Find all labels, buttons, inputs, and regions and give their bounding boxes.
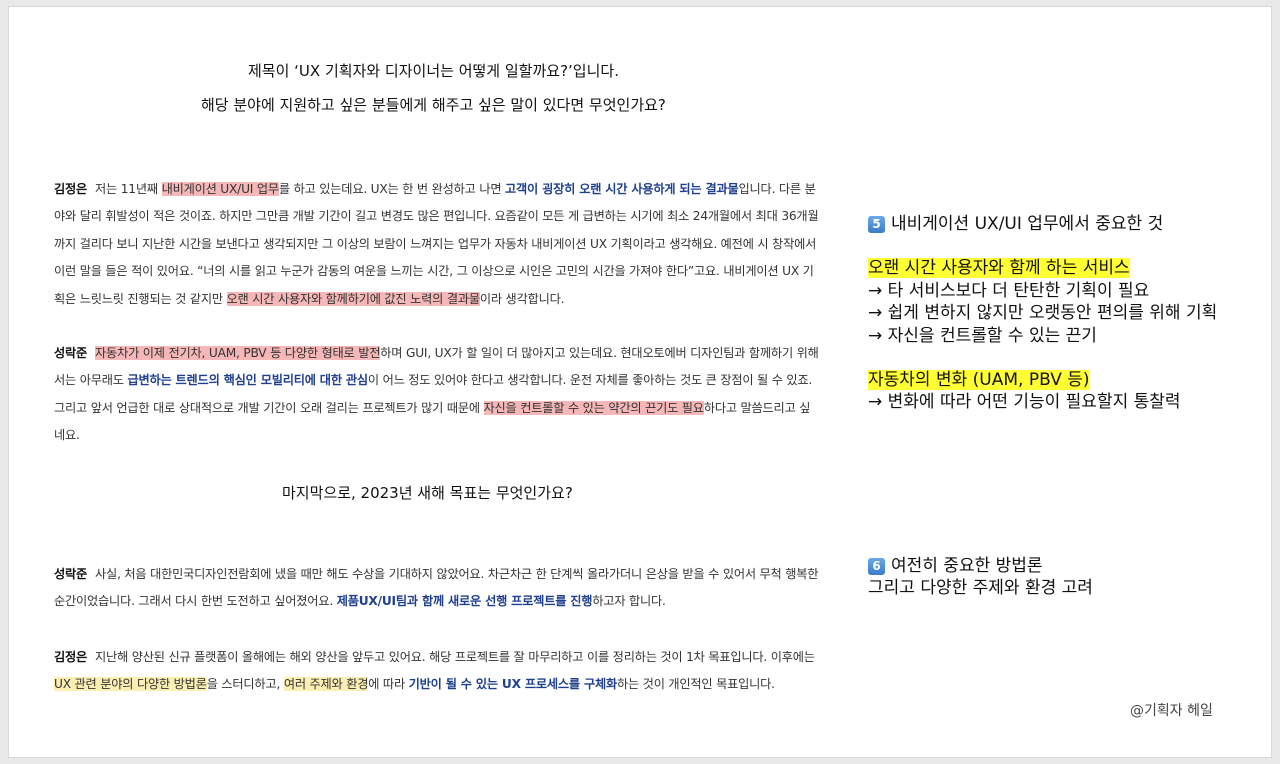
speaker-name: 김정은 bbox=[54, 182, 88, 196]
yellow-highlight: UX 관련 분야의 다양한 방법론 bbox=[54, 677, 207, 692]
note-line: 그리고 다양한 주제와 환경 고려 bbox=[868, 578, 1093, 599]
pink-highlight: 자동차가 이제 전기차, UAM, PBV 등 다양한 형태로 발전 bbox=[95, 346, 381, 360]
question-title-line2: 해당 분야에 지원하고 싶은 분들에게 해주고 싶은 말이 있다면 무엇인가요? bbox=[201, 96, 666, 114]
pink-highlight: 오랜 시간 사용자와 함께하기에 값진 노력의 결과물 bbox=[226, 291, 480, 306]
keycap-number-icon: 5 bbox=[868, 216, 885, 233]
answer-paragraph-1: 김정은 저는 11년째 내비게이션 UX/UI 업무를 하고 있는데요. UX는 … bbox=[54, 182, 819, 306]
speaker-name: 성락준 bbox=[54, 567, 88, 581]
marker-highlight: 오랜 시간 사용자와 함께 하는 서비스 bbox=[868, 258, 1130, 279]
yellow-highlight: 여러 주제와 환경 bbox=[283, 677, 369, 692]
blue-emphasis: 기반이 될 수 있는 UX 프로세스를 구체화 bbox=[408, 677, 618, 692]
speaker-name: 김정은 bbox=[54, 650, 88, 664]
blue-emphasis: 급변하는 트렌드의 핵심인 모빌리티에 대한 관심 bbox=[127, 373, 368, 388]
side-note-6: 6 여전히 중요한 방법론 그리고 다양한 주제와 환경 고려 bbox=[868, 555, 1258, 600]
question-new-year-goal: 마지막으로, 2023년 새해 목표는 무엇인가요? bbox=[282, 484, 573, 502]
speaker-name: 성락준 bbox=[54, 346, 88, 360]
answer-paragraph-3: 성락준 사실, 처음 대한민국디자인전람회에 냈을 때만 해도 수상을 기대하지 … bbox=[54, 567, 819, 609]
question-title-line1: 제목이 ‘UX 기획자와 디자이너는 어떻게 일할까요?’입니다. bbox=[248, 62, 619, 80]
pink-highlight: 내비게이션 UX/UI 업무 bbox=[161, 182, 279, 196]
note-line: → 변화에 따라 어떤 기능이 필요할지 통찰력 bbox=[868, 392, 1181, 413]
blue-emphasis: 제품UX/UI팀과 함께 새로운 선행 프로젝트를 진행 bbox=[336, 594, 593, 609]
marker-highlight: 자동차의 변화 (UAM, PBV 등) bbox=[868, 370, 1090, 391]
note-line: → 타 서비스보다 더 탄탄한 기획이 필요 bbox=[868, 280, 1150, 301]
side-note-5: 5 내비게이션 UX/UI 업무에서 중요한 것 오랜 시간 사용자와 함께 하는… bbox=[868, 213, 1258, 414]
pink-highlight: 자신을 컨트롤할 수 있는 약간의 끈기도 필요 bbox=[483, 400, 704, 415]
answer-paragraph-4: 김정은 지난해 양산된 신규 플랫폼이 올해에는 해외 양산을 앞두고 있어요. … bbox=[54, 650, 815, 692]
keycap-number-icon: 6 bbox=[868, 558, 885, 575]
note-title: 6 여전히 중요한 방법론 bbox=[868, 555, 1258, 577]
answer-paragraph-2: 성락준 자동차가 이제 전기차, UAM, PBV 등 다양한 형태로 발전하며 … bbox=[54, 346, 819, 443]
note-line: → 자신을 컨트롤할 수 있는 끈기 bbox=[868, 325, 1097, 346]
blue-emphasis: 고객이 굉장히 오랜 시간 사용하게 되는 결과물 bbox=[505, 182, 739, 196]
note-title: 5 내비게이션 UX/UI 업무에서 중요한 것 bbox=[868, 213, 1258, 235]
note-line: → 쉽게 변하지 않지만 오랫동안 편의를 위해 기획 bbox=[868, 303, 1218, 324]
author-credit: @기획자 헤일 bbox=[1130, 703, 1213, 719]
